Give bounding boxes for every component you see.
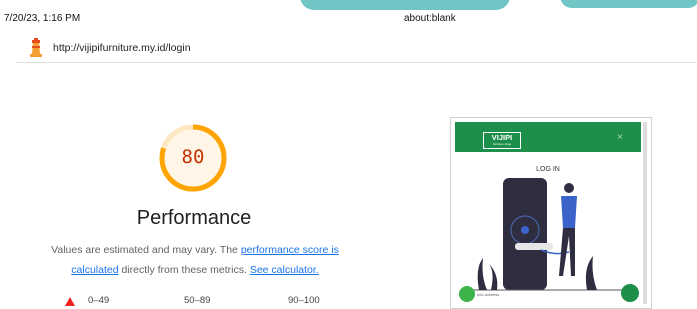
score-description: Values are estimated and may vary. The p… — [51, 244, 339, 276]
decorative-banner — [300, 0, 510, 10]
lighthouse-icon — [30, 38, 42, 57]
decorative-banner — [560, 0, 697, 8]
print-title: about:blank — [404, 13, 456, 24]
final-screenshot-thumbnail[interactable]: VIJIPI furniture shop × LOG IN Info Addr… — [450, 117, 652, 309]
chat-icon[interactable] — [621, 284, 639, 302]
legend-fail: 0–49 — [88, 295, 110, 306]
print-date: 7/20/23, 1:16 PM — [4, 13, 81, 24]
login-illustration — [471, 178, 631, 291]
performance-score: 80 — [181, 146, 205, 168]
performance-title: Performance — [136, 207, 252, 229]
print-header: 7/20/23, 1:16 PM about:blank — [0, 0, 697, 28]
fail-triangle-icon — [65, 297, 75, 306]
see-calculator-link[interactable]: See calculator. — [250, 264, 319, 276]
report-url-bar: http://vijipifurniture.my.id/login — [16, 30, 696, 63]
whatsapp-icon[interactable] — [459, 286, 475, 302]
report-url: http://vijipifurniture.my.id/login — [53, 42, 191, 54]
legend-pass: 90–100 — [288, 295, 320, 306]
legend-average: 50–89 — [184, 295, 211, 306]
whatsapp-text: Info Address — [477, 292, 500, 297]
